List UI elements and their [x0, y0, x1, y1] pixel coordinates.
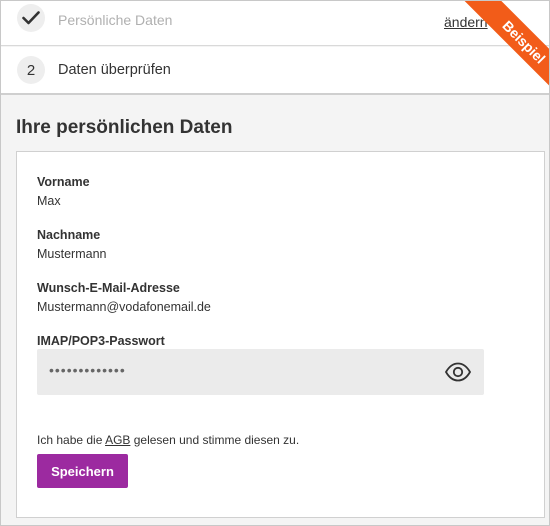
- password-label: IMAP/POP3-Passwort: [37, 334, 165, 348]
- edit-link[interactable]: ändern: [444, 14, 488, 30]
- firstname-value: Max: [37, 194, 61, 208]
- step-review-data: 2 Daten überprüfen: [1, 47, 549, 95]
- page-frame: Persönliche Daten ändern 2 Daten überprü…: [0, 0, 550, 526]
- personal-data-card: Vorname Max Nachname Mustermann Wunsch-E…: [16, 151, 545, 518]
- email-label: Wunsch-E-Mail-Adresse: [37, 281, 180, 295]
- checkmark-icon: [22, 11, 40, 25]
- save-button[interactable]: Speichern: [37, 454, 128, 488]
- eye-icon[interactable]: [444, 360, 472, 384]
- step-label: Daten überprüfen: [58, 62, 171, 78]
- agb-consent-text: Ich habe die AGB gelesen und stimme dies…: [37, 433, 299, 447]
- step-personal-data: Persönliche Daten ändern: [1, 1, 549, 46]
- agb-link[interactable]: AGB: [105, 433, 130, 447]
- agb-text-after: gelesen und stimme diesen zu.: [130, 433, 300, 447]
- step-label: Persönliche Daten: [58, 12, 173, 28]
- step-done-indicator: [17, 4, 45, 32]
- lastname-label: Nachname: [37, 228, 101, 242]
- firstname-label: Vorname: [37, 175, 90, 189]
- lastname-value: Mustermann: [37, 247, 107, 261]
- password-field[interactable]: •••••••••••••: [37, 349, 484, 395]
- agb-text-before: Ich habe die: [37, 433, 106, 447]
- password-value: •••••••••••••: [49, 362, 126, 378]
- email-value: Mustermann@vodafonemail.de: [37, 300, 211, 314]
- section-title: Ihre persönlichen Daten: [16, 117, 233, 138]
- step-number-indicator: 2: [17, 56, 45, 84]
- step-number: 2: [26, 61, 36, 79]
